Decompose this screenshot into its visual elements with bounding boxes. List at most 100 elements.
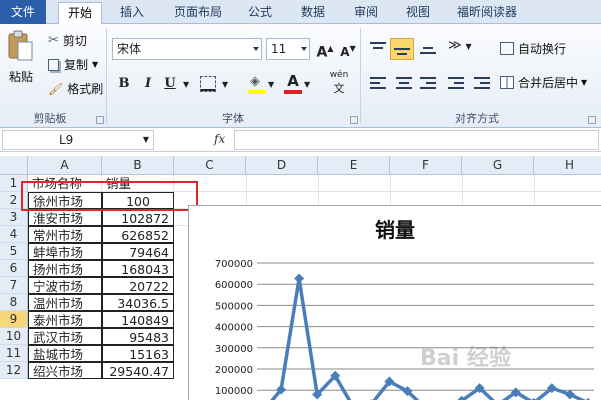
column-header[interactable]: C	[174, 156, 246, 175]
copy-button[interactable]: 复制 ▼	[48, 56, 98, 73]
y-tick-label: 100000	[215, 386, 253, 397]
orientation-button[interactable]: ≫ ▼	[448, 38, 478, 58]
row-header[interactable]: 8	[0, 294, 28, 311]
chevron-down-icon: ▼	[581, 78, 588, 87]
font-launcher-icon[interactable]	[350, 116, 358, 124]
shrink-font-button[interactable]: A▼	[338, 39, 358, 59]
column-header[interactable]: G	[462, 156, 534, 175]
function-icon[interactable]: fx	[214, 132, 225, 146]
decrease-indent-button[interactable]	[446, 74, 466, 92]
clipboard-launcher-icon[interactable]	[96, 116, 104, 124]
grow-font-button[interactable]: A▲	[315, 39, 335, 61]
align-left-button[interactable]	[368, 74, 388, 92]
cell-market-name[interactable]: 宁波市场	[28, 277, 102, 294]
cell-sales[interactable]: 20722	[102, 277, 174, 294]
cell-sales[interactable]: 34036.5	[102, 294, 174, 311]
font-color-button[interactable]: A	[284, 72, 302, 94]
row-header[interactable]: 9	[0, 311, 28, 328]
row-header[interactable]: 12	[0, 362, 28, 379]
column-header[interactable]: E	[318, 156, 390, 175]
bold-button[interactable]: B	[114, 74, 134, 94]
ribbon-home: 粘贴 ✂ 剪切 复制 ▼ 🖌 格式刷 剪贴板 宋体 11 A▲ A▼ B I U…	[0, 24, 601, 128]
formula-input[interactable]	[234, 130, 599, 150]
font-color-glyph: A	[287, 72, 299, 90]
row-header[interactable]: 5	[0, 243, 28, 260]
cut-button[interactable]: ✂ 剪切	[48, 32, 87, 49]
column-header[interactable]: H	[534, 156, 601, 175]
increase-indent-button[interactable]	[472, 74, 492, 92]
cell-market-name[interactable]: 盐城市场	[28, 345, 102, 362]
column-header[interactable]: F	[390, 156, 462, 175]
row-header[interactable]: 4	[0, 226, 28, 243]
cell-sales[interactable]: 29540.47	[102, 362, 174, 379]
tab-5[interactable]: 数据	[293, 2, 333, 24]
row-header[interactable]: 6	[0, 260, 28, 277]
cell-sales[interactable]: 140849	[102, 311, 174, 328]
row-header[interactable]: 11	[0, 345, 28, 362]
cell-market-name[interactable]: 温州市场	[28, 294, 102, 311]
cell-market-name[interactable]: 泰州市场	[28, 311, 102, 328]
copy-icon	[48, 58, 59, 71]
tab-6[interactable]: 审阅	[346, 2, 386, 24]
orientation-icon: ≫	[448, 38, 462, 53]
tab-7[interactable]: 视图	[398, 2, 438, 24]
align-center-button[interactable]	[394, 74, 414, 92]
cell-sales[interactable]: 95483	[102, 328, 174, 345]
italic-button[interactable]: I	[138, 74, 158, 94]
paste-button[interactable]: 粘贴	[4, 30, 38, 88]
border-button[interactable]	[200, 76, 216, 92]
tab-3[interactable]: 页面布局	[166, 2, 230, 24]
chevron-down-icon[interactable]: ▼	[268, 80, 274, 89]
row-header[interactable]: 7	[0, 277, 28, 294]
cell-market-name[interactable]: 淮安市场	[28, 209, 102, 226]
format-painter-button[interactable]: 🖌 格式刷	[48, 80, 103, 97]
tab-8[interactable]: 福昕阅读器	[450, 2, 524, 24]
row-header[interactable]: 10	[0, 328, 28, 345]
fill-color-button[interactable]: ◈	[248, 74, 266, 94]
cell-market-name[interactable]: 绍兴市场	[28, 362, 102, 379]
font-size-select[interactable]: 11	[266, 38, 310, 60]
tab-1[interactable]: 开始	[58, 2, 102, 25]
name-box[interactable]: L9 ▼	[2, 130, 154, 150]
cell-market-name[interactable]: 武汉市场	[28, 328, 102, 345]
phonetic-button[interactable]: wén 文	[322, 70, 356, 96]
border-icon	[201, 89, 215, 91]
wrap-text-button[interactable]: 自动换行	[500, 40, 566, 57]
chevron-down-icon[interactable]: ▼	[183, 80, 189, 89]
alignment-launcher-icon[interactable]	[588, 116, 596, 124]
chevron-down-icon[interactable]: ▼	[304, 80, 310, 89]
cell-sales[interactable]: 168043	[102, 260, 174, 277]
align-bottom-button[interactable]	[418, 40, 438, 58]
row-header[interactable]: 3	[0, 209, 28, 226]
tab-4[interactable]: 公式	[240, 2, 280, 24]
cell-market-name[interactable]: 蚌埠市场	[28, 243, 102, 260]
font-size-value: 11	[271, 42, 287, 56]
chevron-down-icon: ▼	[465, 42, 472, 51]
select-all-corner[interactable]	[0, 156, 28, 175]
column-header[interactable]: A	[28, 156, 102, 175]
align-top-button[interactable]	[368, 40, 388, 58]
align-right-button[interactable]	[418, 74, 438, 92]
ribbon-tab-bar: 文件 开始 插入 页面布局 公式 数据 审阅 视图 福昕阅读器	[0, 0, 601, 25]
cell-sales[interactable]: 15163	[102, 345, 174, 362]
cell-sales[interactable]: 79464	[102, 243, 174, 260]
tab-0[interactable]: 文件	[0, 0, 46, 24]
chevron-down-icon: ▼	[92, 60, 99, 69]
cell-sales[interactable]: 102872	[102, 209, 174, 226]
column-header[interactable]: B	[102, 156, 174, 175]
merge-center-button[interactable]: 合并后居中 ▼	[500, 74, 587, 91]
align-center-icon	[396, 77, 412, 89]
sales-line-chart[interactable]: 销量 100000 200000 300000 400000 500000 600000 7…	[188, 205, 601, 400]
data-point[interactable]	[294, 273, 305, 284]
tab-2[interactable]: 插入	[112, 2, 152, 24]
font-name-select[interactable]: 宋体	[112, 38, 262, 60]
cell-market-name[interactable]: 扬州市场	[28, 260, 102, 277]
merge-cells-icon	[500, 76, 514, 89]
underline-button[interactable]: U	[160, 74, 180, 94]
chevron-down-icon[interactable]: ▼	[222, 80, 228, 89]
align-middle-button[interactable]	[390, 38, 414, 60]
column-header[interactable]: D	[246, 156, 318, 175]
chevron-down-icon: ▼	[142, 135, 149, 144]
cell-market-name[interactable]: 常州市场	[28, 226, 102, 243]
cell-sales[interactable]: 626852	[102, 226, 174, 243]
